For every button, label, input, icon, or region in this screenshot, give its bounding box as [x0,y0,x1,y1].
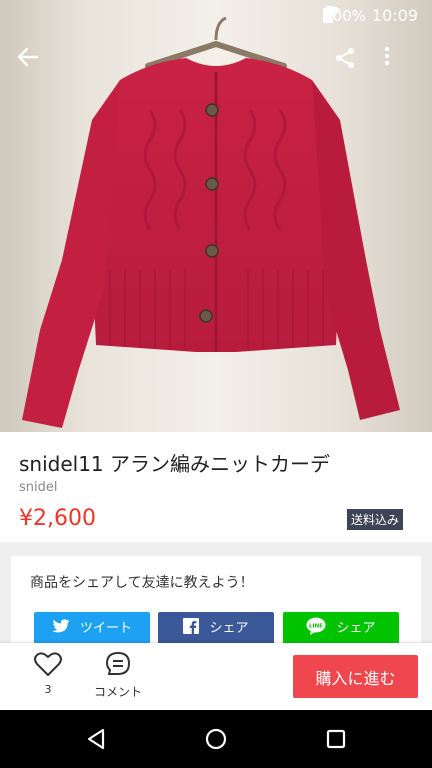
heart-icon [34,652,62,676]
tweet-label: ツイート [79,620,132,636]
comment-icon [105,651,131,675]
share-card: 商品をシェアして友達に教えよう！ ツイート シェア LINE シェア [11,556,421,656]
nav-back-button[interactable] [84,727,108,751]
system-nav-bar [0,710,432,768]
share-icon [336,48,354,68]
back-arrow-icon [17,47,39,67]
svg-text:LINE: LINE [310,624,324,630]
cardigan-image [0,0,432,432]
facebook-share-label: シェア [209,620,249,636]
square-recents-icon [326,729,346,749]
shipping-badge: 送料込み [346,509,403,530]
buy-button[interactable]: 購入に進む [293,655,418,698]
comment-label: コメント [93,685,142,699]
nav-recents-button[interactable] [324,727,348,751]
comment-button[interactable]: コメント [90,651,146,700]
back-button[interactable] [17,46,51,80]
clock-time: 10:09 [371,6,418,25]
triangle-back-icon [87,728,105,750]
circle-home-icon [205,728,227,750]
line-icon: LINE [306,617,326,635]
line-share-label: シェア [336,620,376,636]
twitter-icon [51,619,70,633]
product-price: ¥2,600 [19,506,96,531]
product-brand[interactable]: snidel [19,480,58,495]
more-vert-icon [384,46,390,66]
battery-icon [323,6,333,23]
nav-home-button[interactable] [204,727,228,751]
status-bar: 100% 10:09 [0,0,432,32]
more-options-button[interactable] [384,46,418,80]
share-prompt: 商品をシェアして友達に教えよう！ [30,575,254,591]
product-photo[interactable]: 100% 10:09 [0,0,432,432]
product-title: snidel11 アラン編みニットカーデ [19,452,331,476]
like-button[interactable]: 3 [30,651,66,696]
like-count: 3 [44,683,52,696]
product-info: snidel11 アラン編みニットカーデ snidel ¥2,600 送料込み [0,432,432,542]
share-button[interactable] [333,46,367,80]
facebook-icon [183,618,200,634]
bottom-action-bar: 3 コメント 購入に進む [0,643,432,710]
